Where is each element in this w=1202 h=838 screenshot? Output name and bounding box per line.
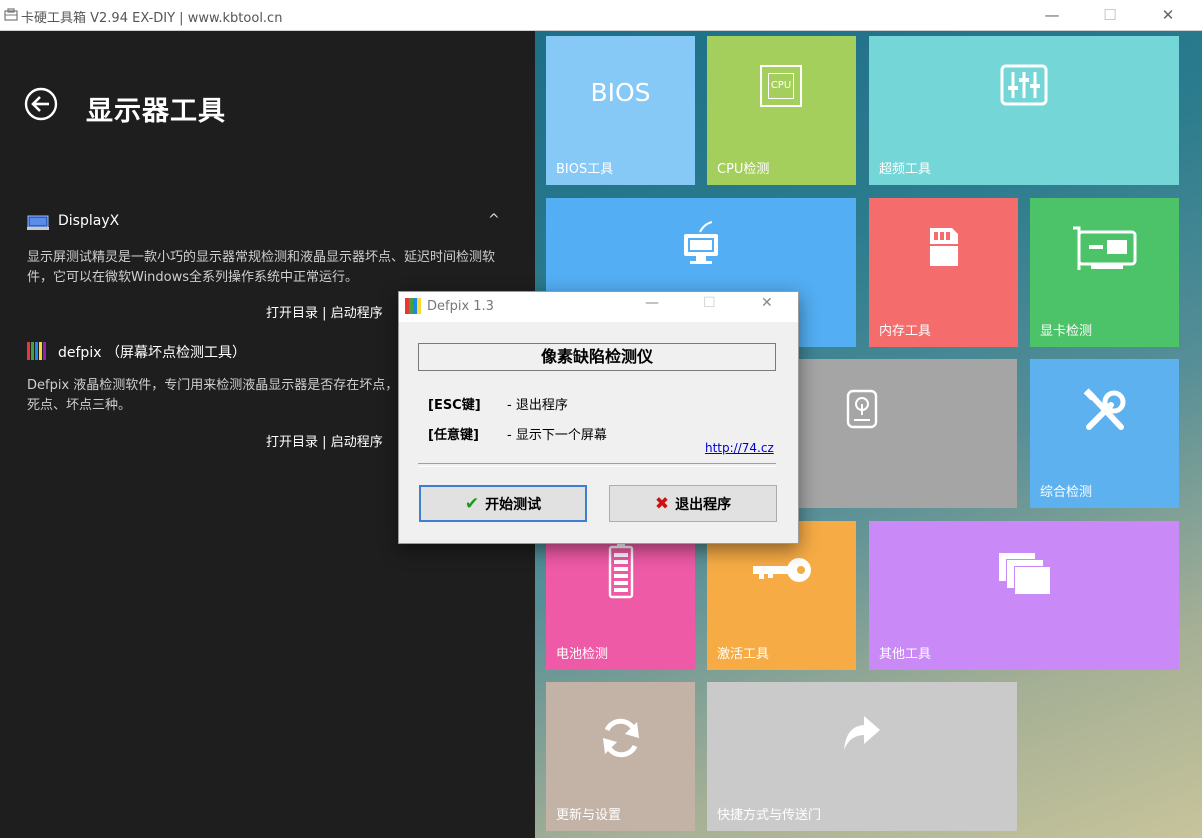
start-test-button[interactable]: ✔ 开始测试 (419, 485, 587, 522)
sliders-icon (1000, 64, 1048, 106)
tile-label: 显卡检测 (1040, 324, 1093, 339)
exit-program-button[interactable]: ✖ 退出程序 (609, 485, 777, 522)
tile-label: 电池检测 (556, 647, 609, 662)
tile-label: 综合检测 (1040, 485, 1093, 500)
esc-key-label: [ESC键] (428, 398, 481, 413)
tools-wrench-icon (1083, 388, 1125, 430)
tile-label: 更新与设置 (556, 808, 622, 823)
monitor-tile-icon (684, 221, 718, 264)
any-key-label: [任意键] (428, 428, 479, 443)
tool-description-displayx: 显示屏测试精灵是一款小巧的显示器常规检测和液晶显示器坏点、延迟时间检测软件，它可… (27, 250, 496, 285)
back-arrow-icon[interactable] (24, 87, 58, 121)
tile-cpu-detect[interactable]: CPU CPU检测 (707, 36, 856, 185)
page-title: 显示器工具 (86, 96, 226, 127)
esc-key-description: - 退出程序 (507, 398, 568, 413)
tile-other-tools[interactable]: 其他工具 (869, 521, 1179, 670)
dialog-minimize-button[interactable]: — (645, 295, 659, 311)
tile-label: CPU检测 (717, 162, 770, 177)
open-directory-link[interactable]: 打开目录 (266, 306, 318, 321)
hard-disk-icon (846, 389, 878, 429)
battery-icon (608, 543, 633, 599)
tile-overclock-tools[interactable]: 超频工具 (869, 36, 1179, 185)
tool-actions-defpix: 打开目录 | 启动程序 (266, 431, 383, 450)
window-titlebar: 卡硬工具箱 V2.94 EX-DIY | www.kbtool.cn — ☐ ✕ (0, 0, 1202, 31)
minimize-button[interactable]: — (1030, 0, 1074, 30)
checkmark-icon: ✔ (464, 493, 480, 514)
stacked-windows-icon (999, 553, 1050, 594)
dialog-close-button[interactable]: ✕ (761, 295, 773, 311)
link-separator: | (322, 435, 327, 450)
tool-name-defpix: defpix （屏幕坏点检测工具） (58, 345, 246, 361)
website-link[interactable]: http://74.cz (705, 441, 774, 455)
defpix-dialog: Defpix 1.3 — ☐ ✕ 像素缺陷检测仪 [ESC键] - 退出程序 [… (398, 291, 799, 544)
open-directory-link[interactable]: 打开目录 (266, 435, 318, 450)
close-button[interactable]: ✕ (1146, 0, 1190, 30)
memory-card-icon (929, 228, 958, 266)
share-arrow-icon (844, 716, 880, 750)
tile-gpu-detect[interactable]: 显卡检测 (1030, 198, 1179, 347)
maximize-button[interactable]: ☐ (1088, 0, 1132, 30)
monitor-icon (27, 215, 49, 230)
tool-actions-displayx: 打开目录 | 启动程序 (266, 302, 383, 321)
tile-label: BIOS工具 (556, 162, 614, 177)
tile-label: 激活工具 (717, 647, 770, 662)
refresh-icon (602, 718, 639, 758)
window-title: 卡硬工具箱 V2.94 EX-DIY | www.kbtool.cn (21, 11, 283, 26)
tile-label: 快捷方式与传送门 (717, 808, 822, 823)
red-x-icon: ✖ (654, 493, 670, 514)
dialog-maximize-button[interactable]: ☐ (703, 295, 716, 311)
tile-shortcuts-portal[interactable]: 快捷方式与传送门 (707, 682, 1017, 831)
color-bars-icon (27, 342, 46, 360)
tile-memory-tools[interactable]: 内存工具 (869, 198, 1018, 347)
tile-update-settings[interactable]: 更新与设置 (546, 682, 695, 831)
dialog-heading: 像素缺陷检测仪 (418, 343, 776, 371)
toolbox-app-icon (4, 8, 18, 21)
tile-label: 超频工具 (879, 162, 932, 177)
cpu-icon: CPU (760, 65, 802, 107)
chevron-up-icon[interactable]: ^ (488, 212, 500, 228)
tool-name-displayx: DisplayX (58, 213, 120, 229)
dialog-title: Defpix 1.3 (427, 299, 494, 314)
tile-bios-tools[interactable]: BIOS BIOS工具 (546, 36, 695, 185)
dialog-divider (418, 463, 776, 467)
any-key-description: - 显示下一个屏幕 (507, 428, 607, 443)
link-separator: | (322, 306, 327, 321)
key-icon (752, 558, 811, 582)
color-bars-icon (405, 298, 421, 314)
tile-overall-detect[interactable]: 综合检测 (1030, 359, 1179, 508)
dialog-titlebar: Defpix 1.3 — ☐ ✕ (399, 292, 798, 322)
tile-label: 内存工具 (879, 324, 932, 339)
bios-icon: BIOS (590, 78, 651, 107)
graphics-card-icon (1072, 226, 1136, 270)
launch-program-link[interactable]: 启动程序 (331, 306, 383, 321)
tile-label: 其他工具 (879, 647, 932, 662)
launch-program-link[interactable]: 启动程序 (331, 435, 383, 450)
